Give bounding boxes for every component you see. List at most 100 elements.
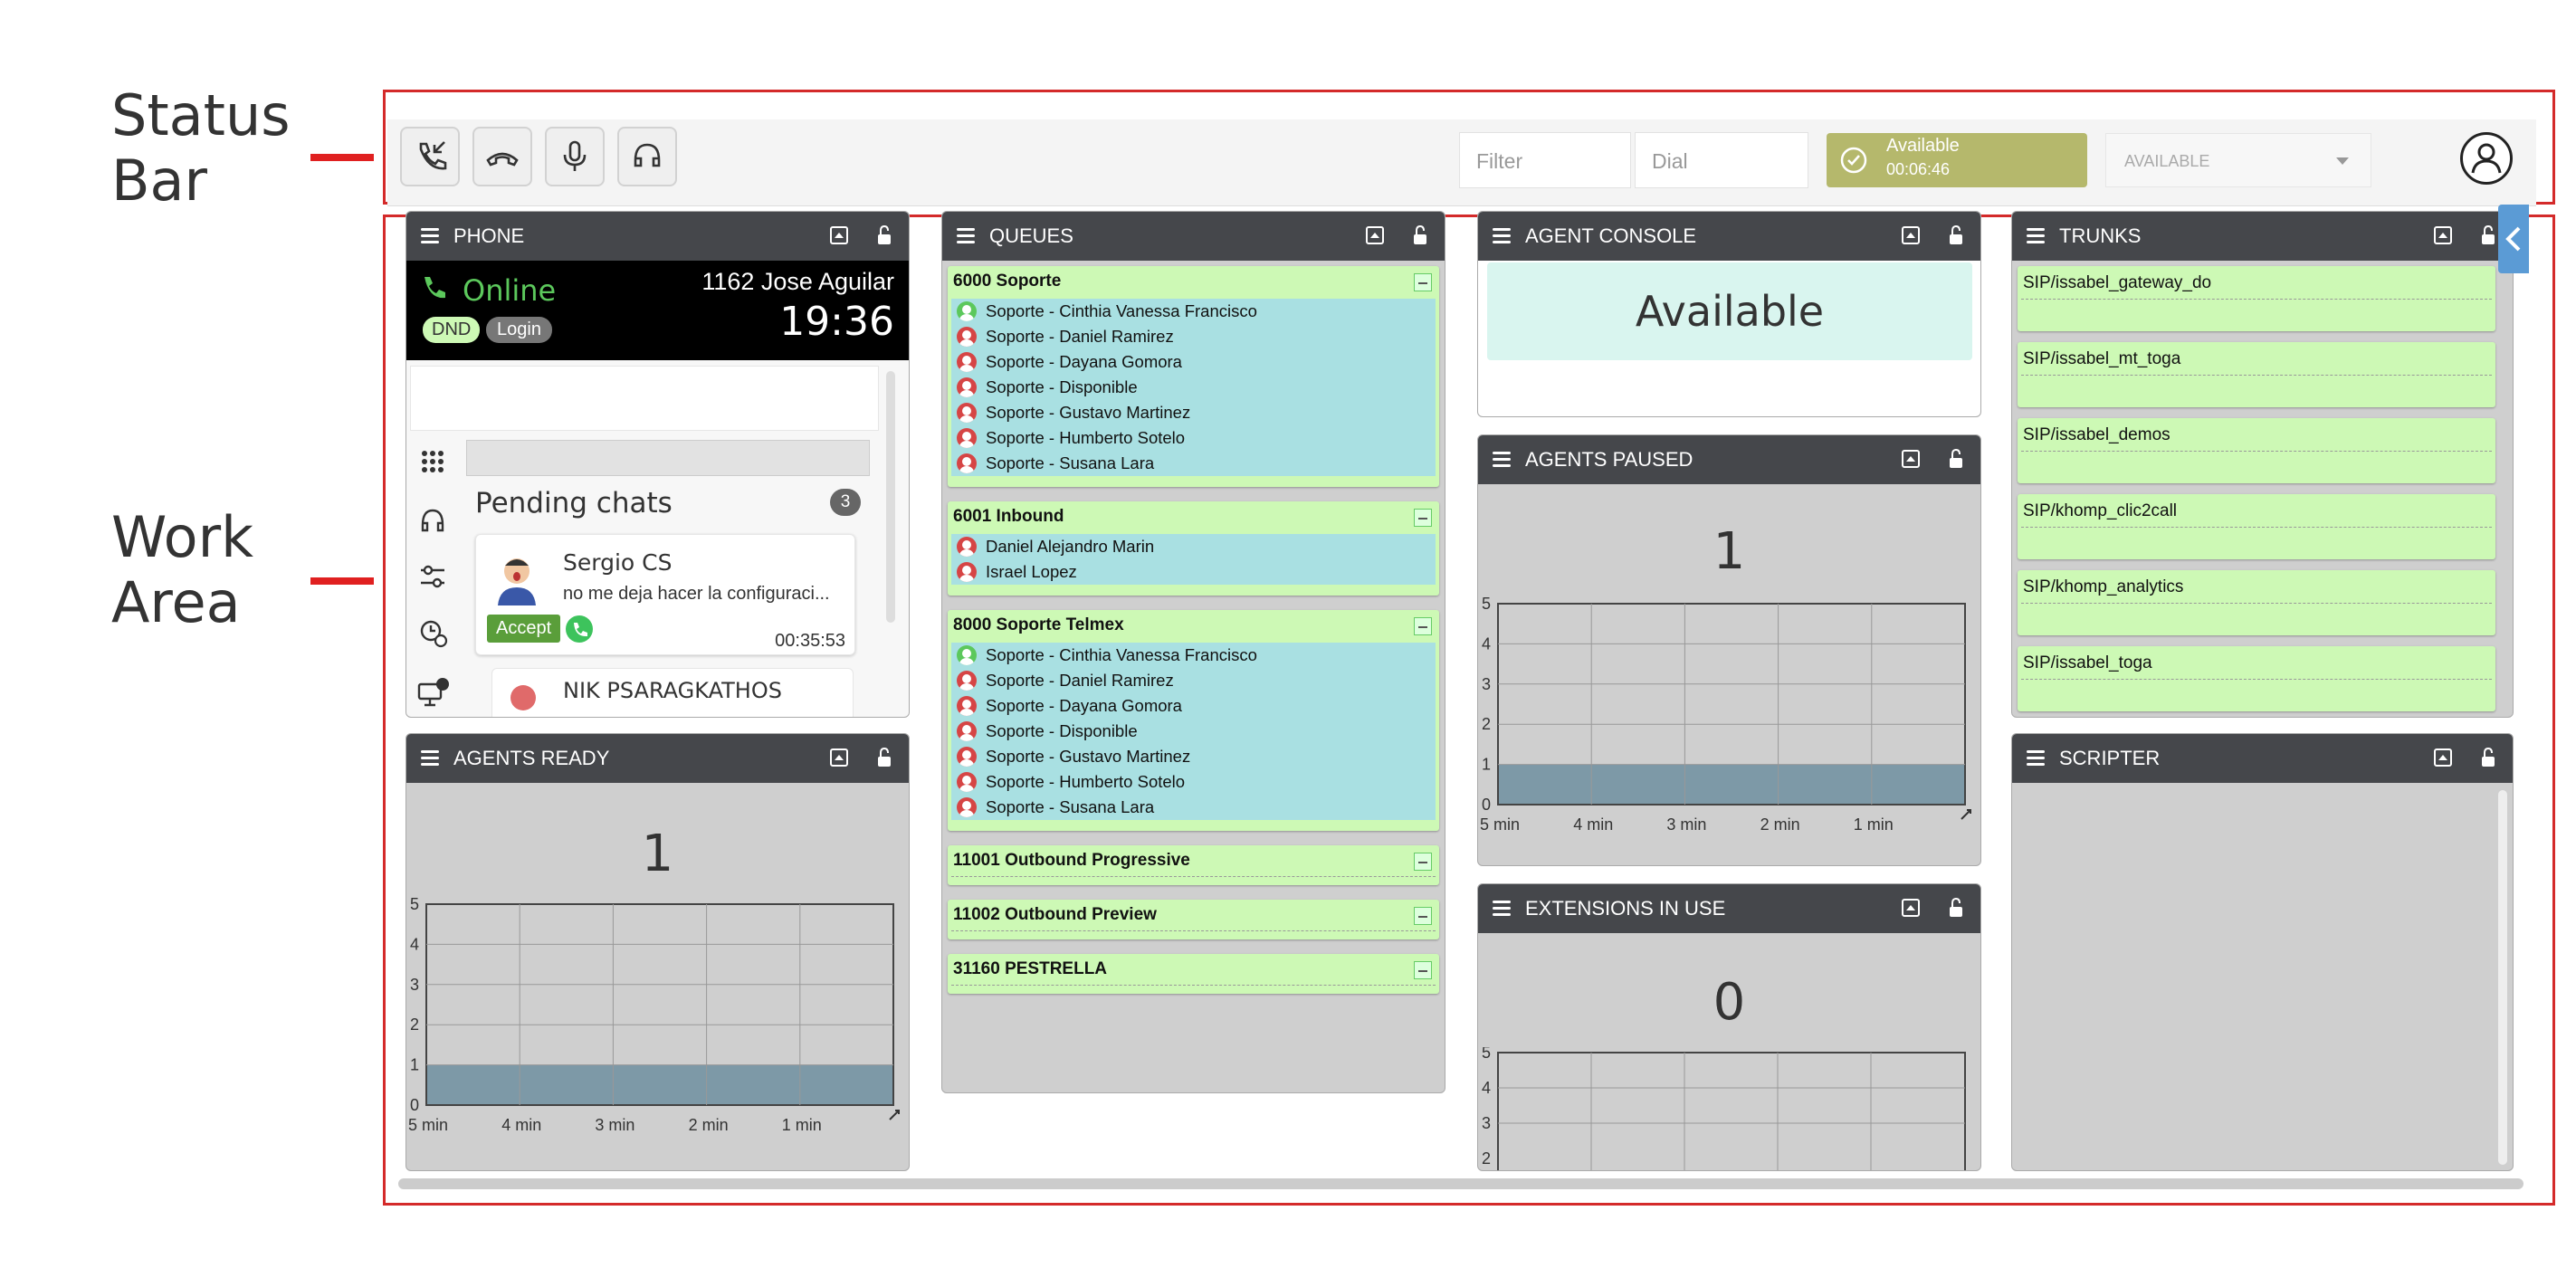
y-tick-label: 4 xyxy=(410,935,419,953)
unlock-icon[interactable] xyxy=(1946,898,1966,918)
collapse-icon[interactable] xyxy=(1414,509,1432,527)
queue-item[interactable]: 6001 Inbound Daniel Alejandro Marin Israel… xyxy=(948,501,1439,596)
maximize-icon[interactable] xyxy=(2433,225,2453,245)
accept-chat-button[interactable]: Accept xyxy=(487,615,561,643)
trunk-name: SIP/issabel_demos xyxy=(2023,425,2171,444)
queue-member[interactable]: Soporte - Gustavo Martinez xyxy=(951,400,1436,425)
maximize-icon[interactable] xyxy=(1901,898,1921,918)
menu-icon[interactable] xyxy=(2027,750,2046,767)
queue-item[interactable]: 8000 Soporte Telmex Soporte - Cinthia Van… xyxy=(948,610,1439,831)
headset-icon xyxy=(634,143,661,167)
collapse-icon[interactable] xyxy=(1414,853,1432,871)
collapse-icon[interactable] xyxy=(1414,273,1432,291)
queue-member[interactable]: Soporte - Cinthia Vanessa Francisco xyxy=(951,643,1436,668)
collapse-icon[interactable] xyxy=(1414,907,1432,925)
queue-member-name: Soporte - Dayana Gomora xyxy=(986,696,1182,715)
phone-clock: 19:36 xyxy=(779,299,894,345)
queue-member[interactable]: Soporte - Disponible xyxy=(951,719,1436,744)
agent-status-pill[interactable]: Available 00:06:46 xyxy=(1827,133,2087,187)
menu-icon[interactable] xyxy=(957,228,977,244)
x-tick-label: 4 min xyxy=(501,1116,541,1134)
y-tick-label: 2 xyxy=(410,1015,419,1034)
unlock-icon[interactable] xyxy=(1410,225,1430,245)
dialpad-icon[interactable] xyxy=(419,449,446,476)
unlock-icon[interactable] xyxy=(2478,748,2498,767)
trunk-item[interactable]: SIP/khomp_clic2call xyxy=(2018,494,2495,559)
queue-member[interactable]: Israel Lopez xyxy=(951,559,1436,585)
trunk-item[interactable]: SIP/issabel_demos xyxy=(2018,418,2495,483)
unlock-icon[interactable] xyxy=(874,225,894,245)
queue-member[interactable]: Soporte - Susana Lara xyxy=(951,795,1436,820)
maximize-icon[interactable] xyxy=(1365,225,1385,245)
queue-member[interactable]: Soporte - Disponible xyxy=(951,375,1436,400)
chat-card[interactable]: Sergio CS no me deja hacer la configurac… xyxy=(475,534,855,655)
sliders-icon[interactable] xyxy=(419,563,446,590)
trunk-item[interactable]: SIP/issabel_toga xyxy=(2018,646,2495,711)
y-tick-label: 1 xyxy=(410,1056,419,1074)
dnd-button[interactable]: DND xyxy=(423,317,481,343)
queue-member[interactable]: Soporte - Susana Lara xyxy=(951,451,1436,476)
queue-member-name: Soporte - Humberto Sotelo xyxy=(986,772,1186,791)
unlock-icon[interactable] xyxy=(2478,225,2498,245)
queue-member[interactable]: Soporte - Dayana Gomora xyxy=(951,693,1436,719)
queue-item[interactable]: 11002 Outbound Preview xyxy=(948,900,1439,939)
menu-icon[interactable] xyxy=(421,750,441,767)
menu-icon[interactable] xyxy=(1493,901,1512,917)
menu-icon[interactable] xyxy=(421,228,441,244)
collapse-sidebar-button[interactable] xyxy=(2498,205,2529,273)
queue-member[interactable]: Soporte - Humberto Sotelo xyxy=(951,769,1436,795)
queue-member[interactable]: Daniel Alejandro Marin xyxy=(951,534,1436,559)
unlock-icon[interactable] xyxy=(1946,225,1966,245)
queue-item[interactable]: 31160 PESTRELLA xyxy=(948,954,1439,994)
collapse-icon[interactable] xyxy=(1414,961,1432,979)
maximize-icon[interactable] xyxy=(2433,748,2453,767)
trunk-item[interactable]: SIP/khomp_analytics xyxy=(2018,570,2495,635)
maximize-icon[interactable] xyxy=(829,225,849,245)
agent-state-value: AVAILABLE xyxy=(2124,152,2210,170)
dial-input[interactable]: Dial xyxy=(1635,132,1808,188)
headphones-icon[interactable] xyxy=(419,507,446,534)
expand-icon xyxy=(889,1110,900,1120)
login-button[interactable]: Login xyxy=(486,317,552,343)
queue-member[interactable]: Soporte - Dayana Gomora xyxy=(951,349,1436,375)
filter-input[interactable]: Filter xyxy=(1459,132,1631,188)
x-tick-label: 4 min xyxy=(1573,815,1613,834)
y-tick-label: 1 xyxy=(1482,756,1491,774)
queue-member[interactable]: Soporte - Humberto Sotelo xyxy=(951,425,1436,451)
trunk-item[interactable]: SIP/issabel_mt_toga xyxy=(2018,342,2495,407)
y-tick-label: 5 xyxy=(1482,1047,1491,1062)
answer-call-button[interactable] xyxy=(400,127,460,186)
menu-icon[interactable] xyxy=(1493,228,1512,244)
menu-icon[interactable] xyxy=(2027,228,2046,244)
work-area-scrollbar[interactable] xyxy=(398,1178,2524,1189)
collapse-icon[interactable] xyxy=(1414,617,1432,635)
trunk-item[interactable]: SIP/issabel_gateway_do xyxy=(2018,266,2495,331)
queue-item[interactable]: 11001 Outbound Progressive xyxy=(948,845,1439,885)
maximize-icon[interactable] xyxy=(1901,449,1921,469)
maximize-icon[interactable] xyxy=(1901,225,1921,245)
unlock-icon[interactable] xyxy=(1946,449,1966,469)
transfer-button[interactable] xyxy=(617,127,677,186)
trunk-name: SIP/issabel_gateway_do xyxy=(2023,273,2212,292)
history-icon[interactable] xyxy=(419,619,448,648)
agent-state-select[interactable]: AVAILABLE xyxy=(2105,133,2371,187)
user-avatar[interactable] xyxy=(2460,132,2513,185)
chat-search-input[interactable] xyxy=(466,440,870,476)
chat-monitor-icon[interactable] xyxy=(417,677,450,708)
maximize-icon[interactable] xyxy=(829,748,849,767)
agent-status-icon xyxy=(957,352,977,372)
queue-item[interactable]: 6000 Soporte Soporte - Cinthia Vanessa Fr… xyxy=(948,266,1439,487)
unlock-icon[interactable] xyxy=(874,748,894,767)
menu-icon[interactable] xyxy=(1493,452,1512,468)
chat-card[interactable]: NIK PSARAGKATHOS xyxy=(491,668,854,717)
scripter-scrollbar[interactable] xyxy=(2498,790,2507,1165)
phone-scrollbar[interactable] xyxy=(886,371,895,623)
queue-member[interactable]: Soporte - Daniel Ramirez xyxy=(951,324,1436,349)
queue-member[interactable]: Soporte - Daniel Ramirez xyxy=(951,668,1436,693)
queue-member[interactable]: Soporte - Gustavo Martinez xyxy=(951,744,1436,769)
phone-panel-header: PHONE xyxy=(406,212,909,261)
filter-placeholder: Filter xyxy=(1476,149,1523,173)
hangup-button[interactable] xyxy=(472,127,532,186)
mute-button[interactable] xyxy=(545,127,605,186)
queue-member[interactable]: Soporte - Cinthia Vanessa Francisco xyxy=(951,299,1436,324)
